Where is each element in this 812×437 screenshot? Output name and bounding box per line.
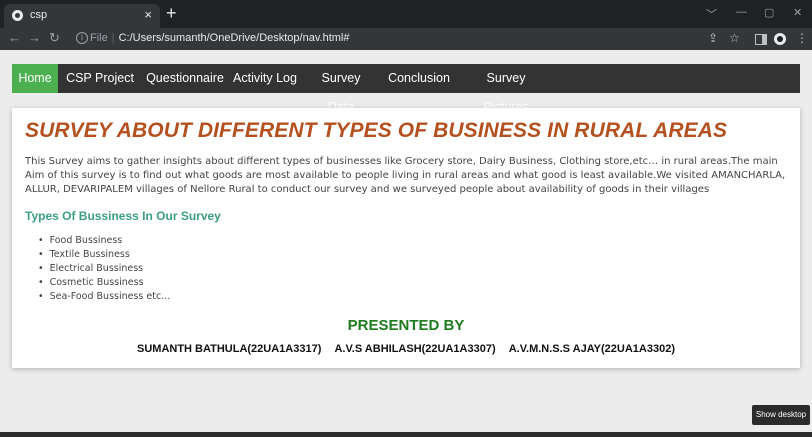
back-arrow-icon[interactable]: ← bbox=[8, 30, 21, 45]
url-field[interactable]: File | C:/Users/sumanth/OneDrive/Desktop/n… bbox=[90, 32, 349, 44]
new-tab-button[interactable]: + bbox=[166, 4, 177, 22]
nav-activity-log[interactable]: Activity Log bbox=[233, 64, 297, 93]
business-types-heading: Types Of Bussiness In Our Survey bbox=[25, 209, 221, 223]
page-title: SURVEY ABOUT DIFFERENT TYPES OF BUSINESS… bbox=[25, 119, 728, 142]
list-item: Electrical Bussiness bbox=[38, 262, 170, 276]
survey-description: This Survey aims to gather insights abou… bbox=[25, 156, 786, 195]
url-prefix: File bbox=[90, 32, 108, 44]
list-item: Food Bussiness bbox=[38, 234, 170, 248]
presenter-name: A.V.S ABHILASH(22UA1A3307) bbox=[334, 343, 496, 355]
show-desktop-tooltip: Show desktop bbox=[752, 405, 810, 425]
url-text: C:/Users/sumanth/OneDrive/Desktop/nav.ht… bbox=[118, 32, 350, 44]
minimize-button[interactable]: — bbox=[736, 6, 747, 18]
profile-avatar-icon[interactable] bbox=[774, 33, 786, 45]
tab-search-icon[interactable]: ﹀ bbox=[706, 6, 717, 22]
nav-questionnaire[interactable]: Questionnaire bbox=[145, 64, 225, 93]
business-types-list: Food Bussiness Textile Bussiness Electri… bbox=[38, 234, 171, 304]
presenter-name: SUMANTH BATHULA(22UA1A3317) bbox=[137, 343, 322, 355]
bookmark-star-icon[interactable]: ☆ bbox=[729, 31, 740, 45]
taskbar bbox=[0, 432, 812, 437]
share-icon[interactable]: ⇪ bbox=[708, 31, 718, 45]
presenters-line: SUMANTH BATHULA(22UA1A3317) A.V.S ABHILA… bbox=[12, 343, 800, 355]
nav-csp-project[interactable]: CSP Project bbox=[64, 64, 136, 93]
list-item: Sea-Food Bussiness etc... bbox=[38, 290, 171, 304]
content-card: SURVEY ABOUT DIFFERENT TYPES OF BUSINESS… bbox=[12, 108, 800, 368]
browser-tab[interactable]: csp × bbox=[4, 4, 160, 28]
site-navigation: Home CSP Project Questionnaire Activity … bbox=[12, 64, 800, 114]
url-separator: | bbox=[111, 32, 115, 44]
menu-kebab-icon[interactable]: ⋮ bbox=[796, 31, 808, 45]
nav-survey-data[interactable]: Survey Data bbox=[309, 64, 373, 114]
nav-conclusion[interactable]: Conclusion bbox=[388, 64, 450, 93]
maximize-button[interactable]: ▢ bbox=[764, 6, 774, 19]
forward-arrow-icon[interactable]: → bbox=[28, 30, 41, 45]
nav-home[interactable]: Home bbox=[12, 64, 58, 93]
presented-by-heading: PRESENTED BY bbox=[347, 317, 465, 334]
browser-tab-bar: csp × + ﹀ — ▢ ✕ bbox=[0, 0, 812, 28]
nav-survey-pictures[interactable]: Survey Pictures bbox=[464, 64, 548, 114]
side-panel-icon[interactable] bbox=[755, 34, 767, 45]
presenter-name: A.V.M.N.S.S AJAY(22UA1A3302) bbox=[508, 343, 675, 355]
reload-icon[interactable]: ↻ bbox=[49, 30, 60, 46]
chrome-favicon-icon bbox=[12, 10, 23, 21]
tab-title: csp bbox=[30, 9, 48, 21]
close-window-button[interactable]: ✕ bbox=[793, 6, 802, 19]
address-bar: ← → ↻ i File | C:/Users/sumanth/OneDrive/D… bbox=[0, 28, 812, 50]
site-info-icon[interactable]: i bbox=[76, 32, 88, 44]
tab-close-icon[interactable]: × bbox=[144, 7, 152, 22]
list-item: Textile Bussiness bbox=[38, 248, 170, 262]
list-item: Cosmetic Bussiness bbox=[38, 276, 170, 290]
